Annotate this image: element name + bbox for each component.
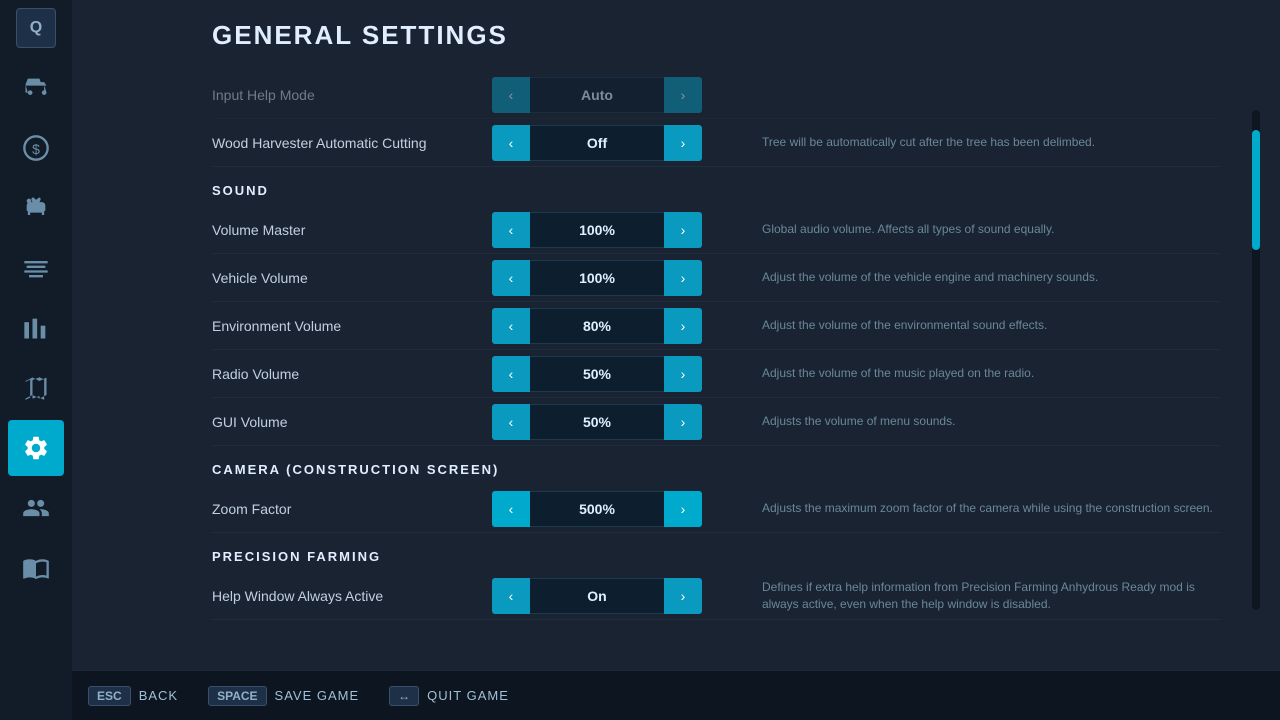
setting-control: ‹ 500% › [492,491,702,527]
setting-row-environment-volume: Environment Volume ‹ 80% › Adjust the vo… [212,302,1220,350]
ctrl-value-zoom-factor: 500% [530,491,664,527]
setting-label-zoom-factor: Zoom Factor [212,501,492,517]
setting-label-gui-volume: GUI Volume [212,414,492,430]
quit-game-action[interactable]: ↔ QUIT GAME [389,686,509,706]
ctrl-right-gui-volume[interactable]: › [664,404,702,440]
svg-text:$: $ [32,141,40,157]
back-action[interactable]: ESC BACK [88,686,178,706]
setting-control: ‹ Auto › [492,77,702,113]
section-header-precision-farming: PRECISION FARMING [212,549,1220,564]
quit-key-badge: ↔ [389,686,419,706]
save-game-label: SAVE GAME [275,688,360,703]
setting-row-wood-harvester: Wood Harvester Automatic Cutting ‹ Off ›… [212,119,1220,167]
sidebar-item-multiplayer[interactable] [8,480,64,536]
setting-desc-radio-volume: Adjust the volume of the music played on… [702,365,1220,382]
back-label: BACK [139,688,178,703]
bottom-bar: ESC BACK SPACE SAVE GAME ↔ QUIT GAME [0,670,1280,720]
ctrl-left-btn[interactable]: ‹ [492,77,530,113]
sidebar-item-map[interactable] [8,360,64,416]
ctrl-right-zoom-factor[interactable]: › [664,491,702,527]
ctrl-right-environment-volume[interactable]: › [664,308,702,344]
ctrl-value-help-window: On [530,578,664,614]
setting-control: ‹ On › [492,578,702,614]
section-header-camera: CAMERA (CONSTRUCTION SCREEN) [212,462,1220,477]
ctrl-value-gui-volume: 50% [530,404,664,440]
ctrl-left-zoom-factor[interactable]: ‹ [492,491,530,527]
setting-control: ‹ 100% › [492,260,702,296]
ctrl-right-volume-master[interactable]: › [664,212,702,248]
setting-desc-gui-volume: Adjusts the volume of menu sounds. [702,413,1220,430]
quit-game-label: QUIT GAME [427,688,509,703]
setting-row-input-help: Input Help Mode ‹ Auto › [212,71,1220,119]
setting-control: ‹ 50% › [492,356,702,392]
setting-row-help-window: Help Window Always Active ‹ On › Defines… [212,572,1220,620]
ctrl-left-radio-volume[interactable]: ‹ [492,356,530,392]
section-header-sound: SOUND [212,183,1220,198]
setting-desc-wood-harvester: Tree will be automatically cut after the… [702,134,1220,151]
setting-control: ‹ 100% › [492,212,702,248]
ctrl-right-wood-harvester[interactable]: › [664,125,702,161]
setting-row-radio-volume: Radio Volume ‹ 50% › Adjust the volume o… [212,350,1220,398]
ctrl-value: Auto [530,77,664,113]
ctrl-left-gui-volume[interactable]: ‹ [492,404,530,440]
setting-control: ‹ Off › [492,125,702,161]
ctrl-left-wood-harvester[interactable]: ‹ [492,125,530,161]
ctrl-value-vehicle-volume: 100% [530,260,664,296]
main-content: GENERAL SETTINGS Input Help Mode ‹ Auto … [72,0,1280,680]
setting-desc-volume-master: Global audio volume. Affects all types o… [702,221,1220,238]
ctrl-value-wood-harvester: Off [530,125,664,161]
ctrl-right-radio-volume[interactable]: › [664,356,702,392]
setting-desc-environment-volume: Adjust the volume of the environmental s… [702,317,1220,334]
setting-desc-vehicle-volume: Adjust the volume of the vehicle engine … [702,269,1220,286]
ctrl-value-environment-volume: 80% [530,308,664,344]
setting-row-vehicle-volume: Vehicle Volume ‹ 100% › Adjust the volum… [212,254,1220,302]
sidebar-item-production[interactable] [8,300,64,356]
sidebar-item-animals[interactable] [8,180,64,236]
ctrl-value-volume-master: 100% [530,212,664,248]
sidebar-item-tractor[interactable] [8,60,64,116]
sidebar-item-field[interactable] [8,240,64,296]
setting-label: Wood Harvester Automatic Cutting [212,135,492,151]
sidebar-item-money[interactable]: $ [8,120,64,176]
ctrl-right-btn[interactable]: › [664,77,702,113]
setting-desc-zoom-factor: Adjusts the maximum zoom factor of the c… [702,500,1220,517]
esc-key-badge: ESC [88,686,131,706]
save-game-action[interactable]: SPACE SAVE GAME [208,686,359,706]
space-key-badge: SPACE [208,686,266,706]
setting-label-vehicle-volume: Vehicle Volume [212,270,492,286]
ctrl-left-environment-volume[interactable]: ‹ [492,308,530,344]
page-title: GENERAL SETTINGS [212,20,1240,51]
setting-row-volume-master: Volume Master ‹ 100% › Global audio volu… [212,206,1220,254]
setting-label-environment-volume: Environment Volume [212,318,492,334]
setting-label-volume-master: Volume Master [212,222,492,238]
setting-label: Input Help Mode [212,87,492,103]
scrollbar-thumb[interactable] [1252,130,1260,250]
q-key[interactable]: Q [16,8,56,48]
setting-row-gui-volume: GUI Volume ‹ 50% › Adjusts the volume of… [212,398,1220,446]
ctrl-right-help-window[interactable]: › [664,578,702,614]
ctrl-left-vehicle-volume[interactable]: ‹ [492,260,530,296]
setting-label-radio-volume: Radio Volume [212,366,492,382]
scrollbar-track[interactable] [1252,110,1260,610]
setting-desc-help-window: Defines if extra help information from P… [702,579,1220,613]
setting-row-zoom-factor: Zoom Factor ‹ 500% › Adjusts the maximum… [212,485,1220,533]
setting-label-help-window: Help Window Always Active [212,588,492,604]
sidebar-item-settings[interactable] [8,420,64,476]
settings-area[interactable]: Input Help Mode ‹ Auto › Wood Harvester … [212,71,1240,671]
setting-control: ‹ 50% › [492,404,702,440]
ctrl-right-vehicle-volume[interactable]: › [664,260,702,296]
ctrl-left-volume-master[interactable]: ‹ [492,212,530,248]
ctrl-left-help-window[interactable]: ‹ [492,578,530,614]
ctrl-value-radio-volume: 50% [530,356,664,392]
setting-control: ‹ 80% › [492,308,702,344]
sidebar: Q $ [0,0,72,720]
sidebar-item-guide[interactable] [8,540,64,596]
